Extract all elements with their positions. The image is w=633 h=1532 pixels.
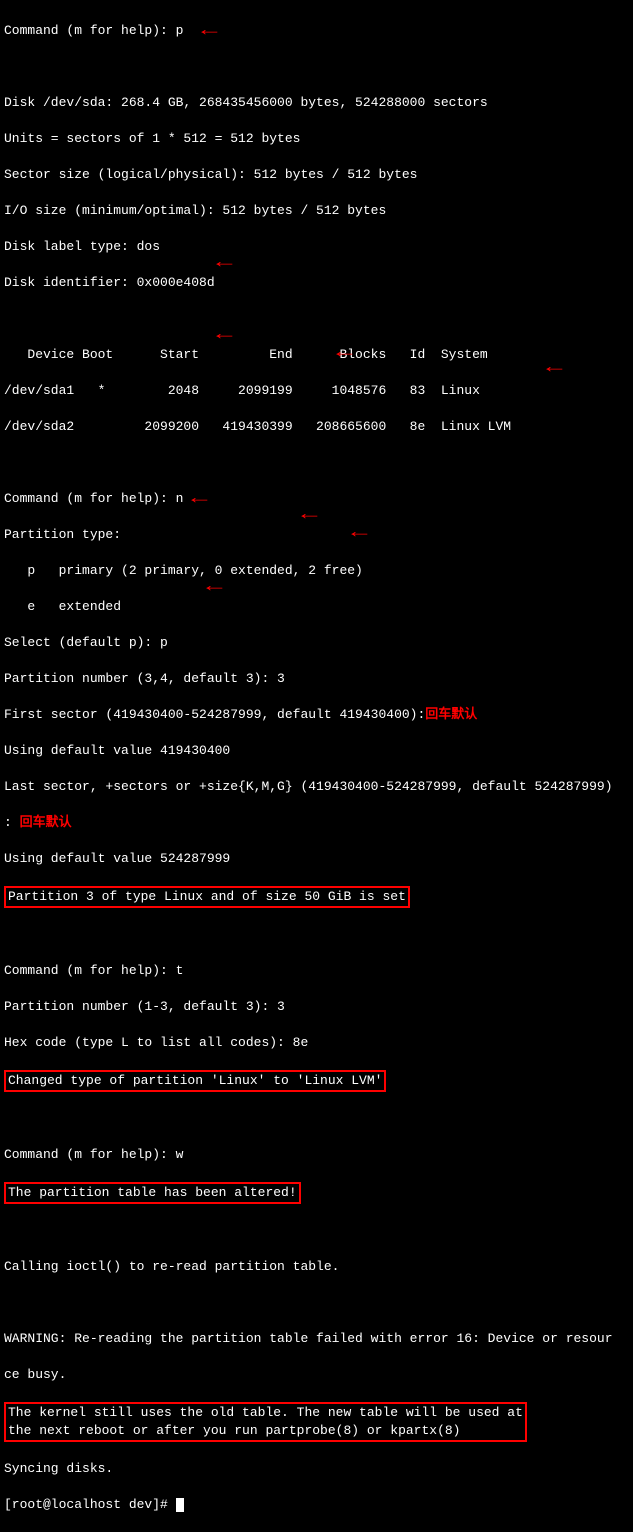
- kernel-msg: the next reboot or after you run partpro…: [8, 1423, 460, 1438]
- arrow-icon: ←: [206, 578, 222, 596]
- arrow-icon: ←: [201, 22, 217, 40]
- disk-sector: Sector size (logical/physical): 512 byte…: [4, 166, 629, 184]
- syncing: Syncing disks.: [4, 1460, 629, 1478]
- warning-line: WARNING: Re-reading the partition table …: [4, 1330, 629, 1348]
- cmd-prompt: Command (m for help):: [4, 963, 176, 978]
- partition-set: Partition 3 of type Linux and of size 50…: [8, 889, 406, 904]
- ptype-primary: p primary (2 primary, 0 extended, 2 free…: [4, 562, 629, 580]
- cmd-prompt: Command (m for help):: [4, 491, 176, 506]
- table-row: /dev/sda2 2099200 419430399 208665600 8e…: [4, 418, 629, 436]
- input-t: t: [176, 963, 184, 978]
- ioctl-msg: Calling ioctl() to re-read partition tab…: [4, 1258, 629, 1276]
- shell-prompt[interactable]: [root@localhost dev]#: [4, 1497, 176, 1512]
- ptype-title: Partition type:: [4, 526, 629, 544]
- input-p: p: [176, 23, 184, 38]
- kernel-msg: The kernel still uses the old table. The…: [8, 1405, 523, 1420]
- disk-label: Disk label type: dos: [4, 238, 629, 256]
- highlight-box: Partition 3 of type Linux and of size 50…: [4, 886, 410, 908]
- highlight-box: The partition table has been altered!: [4, 1182, 301, 1204]
- input-partnum: 3: [277, 671, 285, 686]
- arrow-icon: ←: [191, 490, 207, 508]
- input-partnum: 3: [277, 999, 285, 1014]
- disk-units: Units = sectors of 1 * 512 = 512 bytes: [4, 130, 629, 148]
- arrow-icon: ←: [301, 506, 317, 524]
- using-default: Using default value 524287999: [4, 850, 629, 868]
- annotation-enter-default: 回车默认: [20, 815, 72, 830]
- terminal-output: Command (m for help): p ← Disk /dev/sda: …: [4, 4, 629, 1532]
- input-select-p: p: [160, 635, 168, 650]
- input-hex: 8e: [293, 1035, 309, 1050]
- table-row: /dev/sda1 * 2048 2099199 1048576 83 Linu…: [4, 382, 629, 400]
- table-altered: The partition table has been altered!: [8, 1185, 297, 1200]
- partnum-prompt: Partition number (1-3, default 3):: [4, 999, 277, 1014]
- warning-line: ce busy.: [4, 1366, 629, 1384]
- select-prompt: Select (default p):: [4, 635, 160, 650]
- disk-io: I/O size (minimum/optimal): 512 bytes / …: [4, 202, 629, 220]
- disk-header: Disk /dev/sda: 268.4 GB, 268435456000 by…: [4, 94, 629, 112]
- type-changed: Changed type of partition 'Linux' to 'Li…: [8, 1073, 382, 1088]
- input-n: n: [176, 491, 184, 506]
- cmd-prompt: Command (m for help):: [4, 23, 176, 38]
- table-header: Device Boot Start End Blocks Id System: [4, 346, 629, 364]
- arrow-icon: ←: [216, 326, 232, 344]
- cmd-prompt: Command (m for help):: [4, 1147, 176, 1162]
- ptype-extended: e extended: [4, 598, 629, 616]
- partnum-prompt: Partition number (3,4, default 3):: [4, 671, 277, 686]
- last-sector: Last sector, +sectors or +size{K,M,G} (4…: [4, 778, 629, 796]
- input-w: w: [176, 1147, 184, 1162]
- hex-prompt: Hex code (type L to list all codes):: [4, 1035, 293, 1050]
- cursor: [176, 1498, 184, 1512]
- colon: :: [4, 815, 20, 830]
- arrow-icon: ←: [216, 254, 232, 272]
- using-default: Using default value 419430400: [4, 742, 629, 760]
- arrow-icon: ←: [351, 524, 367, 542]
- highlight-box: The kernel still uses the old table. The…: [4, 1402, 527, 1442]
- disk-ident: Disk identifier: 0x000e408d: [4, 274, 629, 292]
- arrow-icon: ←: [546, 359, 562, 377]
- first-sector: First sector (419430400-524287999, defau…: [4, 707, 425, 722]
- arrow-icon: ←: [336, 344, 352, 362]
- highlight-box: Changed type of partition 'Linux' to 'Li…: [4, 1070, 386, 1092]
- annotation-enter-default: 回车默认: [425, 707, 477, 722]
